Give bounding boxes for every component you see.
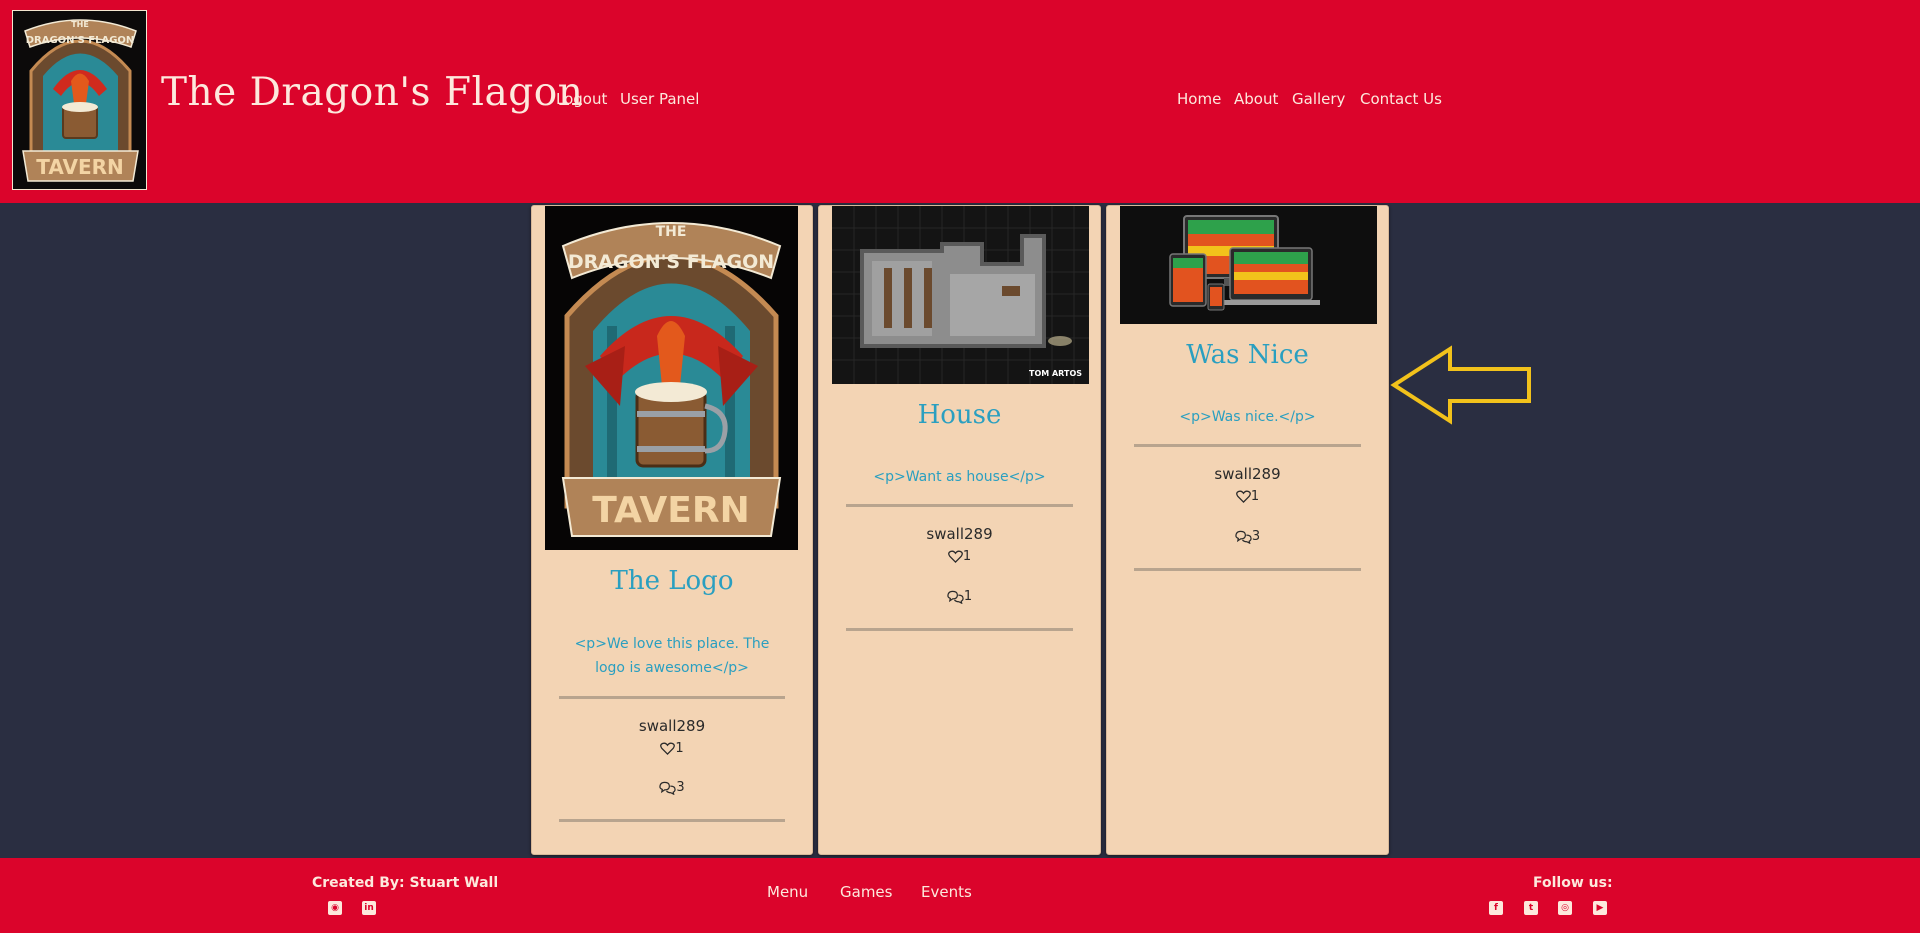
comment-count: 3: [676, 780, 685, 795]
divider: [559, 819, 785, 822]
comments-icon: [659, 781, 677, 795]
post-title[interactable]: House: [819, 400, 1100, 430]
footer-link-events[interactable]: Events: [921, 883, 972, 901]
annotation-arrow-icon: [1390, 345, 1531, 425]
post-author[interactable]: swall289: [1107, 465, 1388, 483]
github-icon[interactable]: ◉: [328, 901, 342, 915]
post-image[interactable]: TOM ARTOS: [832, 206, 1089, 384]
divider: [1134, 568, 1361, 571]
heart-icon: [660, 742, 676, 755]
comments-button[interactable]: 3: [532, 780, 812, 795]
svg-text:THE: THE: [71, 20, 89, 29]
post-card[interactable]: Was Nice <p>Was nice.</p> swall289 1 3: [1106, 205, 1389, 855]
comments-button[interactable]: 1: [819, 589, 1100, 604]
post-body: <p>We love this place. The logo is aweso…: [574, 636, 770, 676]
divider: [559, 696, 785, 699]
site-logo[interactable]: THE DRAGON'S FLAGON TAVERN: [12, 10, 147, 190]
youtube-icon[interactable]: ▶: [1593, 901, 1607, 915]
divider: [846, 504, 1073, 507]
comments-icon: [1235, 530, 1252, 544]
footer-link-menu[interactable]: Menu: [767, 883, 808, 901]
svg-text:THE: THE: [656, 224, 687, 240]
comment-count: 3: [1251, 529, 1261, 544]
post-image[interactable]: THE DRAGON'S FLAGON TAVERN: [545, 206, 798, 550]
site-footer: Created By: Stuart Wall ◉ in Menu Games …: [0, 858, 1920, 933]
like-button[interactable]: 1: [819, 549, 1100, 564]
nav-gallery[interactable]: Gallery: [1292, 90, 1345, 108]
instagram-icon[interactable]: ◎: [1558, 901, 1572, 915]
follow-us-label: Follow us:: [1533, 875, 1613, 891]
twitter-icon[interactable]: t: [1524, 901, 1538, 915]
post-card[interactable]: THE DRAGON'S FLAGON TAVERN The Logo <p>W…: [531, 205, 813, 855]
footer-link-games[interactable]: Games: [840, 883, 892, 901]
nav-home[interactable]: Home: [1177, 90, 1221, 108]
heart-icon: [1235, 490, 1251, 503]
divider: [846, 628, 1073, 631]
like-count: 1: [962, 549, 972, 564]
divider: [1134, 444, 1361, 447]
comments-icon: [947, 590, 964, 604]
post-body: <p>Was nice.</p>: [1179, 409, 1316, 425]
nav-contact-us[interactable]: Contact Us: [1360, 90, 1442, 108]
svg-text:TOM ARTOS: TOM ARTOS: [1029, 369, 1082, 378]
heart-icon: [947, 550, 963, 563]
svg-text:TAVERN: TAVERN: [592, 490, 749, 531]
post-body: <p>Want as house</p>: [873, 469, 1046, 485]
site-title[interactable]: The Dragon's Flagon: [161, 70, 583, 115]
nav-user-panel[interactable]: User Panel: [620, 90, 699, 108]
like-count: 1: [675, 741, 684, 756]
post-author[interactable]: swall289: [532, 717, 812, 735]
comment-count: 1: [963, 589, 973, 604]
nav-about[interactable]: About: [1234, 90, 1278, 108]
svg-text:TAVERN: TAVERN: [36, 155, 124, 179]
like-button[interactable]: 1: [1107, 489, 1388, 504]
post-author[interactable]: swall289: [819, 525, 1100, 543]
svg-text:DRAGON'S FLAGON: DRAGON'S FLAGON: [26, 35, 135, 46]
nav-logout[interactable]: Logout: [556, 90, 607, 108]
comments-button[interactable]: 3: [1107, 529, 1388, 544]
post-title[interactable]: Was Nice: [1107, 340, 1388, 370]
post-image[interactable]: [1120, 206, 1377, 324]
site-header: THE DRAGON'S FLAGON TAVERN The Dragon's …: [0, 0, 1920, 203]
like-button[interactable]: 1: [532, 741, 812, 756]
svg-text:DRAGON'S FLAGON: DRAGON'S FLAGON: [568, 251, 774, 273]
post-title[interactable]: The Logo: [532, 566, 812, 596]
linkedin-icon[interactable]: in: [362, 901, 376, 915]
facebook-icon[interactable]: f: [1489, 901, 1503, 915]
like-count: 1: [1250, 489, 1260, 504]
post-card[interactable]: TOM ARTOS House <p>Want as house</p> swa…: [818, 205, 1101, 855]
footer-credit: Created By: Stuart Wall: [312, 875, 499, 891]
